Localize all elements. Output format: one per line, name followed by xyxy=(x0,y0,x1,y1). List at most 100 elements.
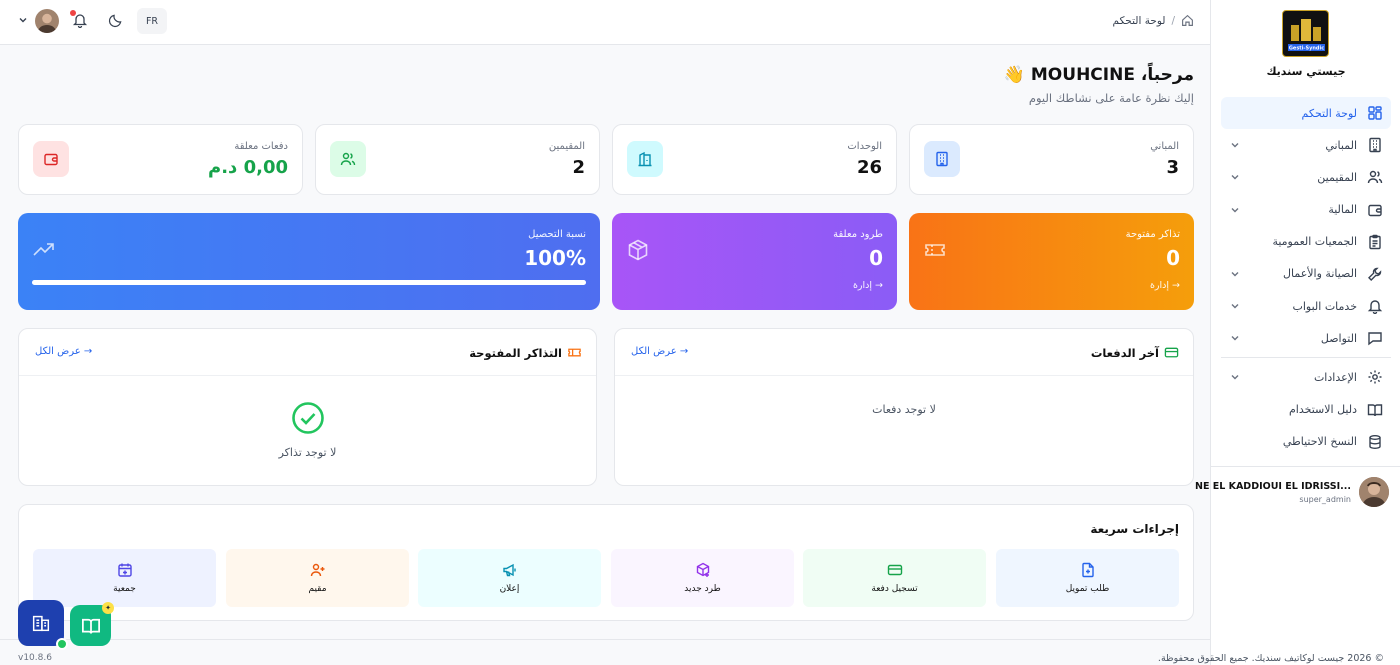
recent-payments-panel: آخر الدفعات عرض الكل → لا توجد دفعات xyxy=(614,328,1194,486)
sidebar-item-communication[interactable]: التواصل xyxy=(1221,322,1391,354)
panel-header: آخر الدفعات عرض الكل → xyxy=(615,329,1193,376)
open-tickets-label: تذاكر مفتوحة xyxy=(1125,229,1180,240)
building-icon xyxy=(924,141,960,177)
user-plus-icon xyxy=(310,562,326,578)
book-open-icon xyxy=(81,616,101,636)
sidebar-item-maintenance[interactable]: الصيانة والأعمال xyxy=(1221,258,1391,290)
moon-icon[interactable] xyxy=(108,13,123,28)
chevron-down-icon xyxy=(1229,139,1241,151)
sidebar-item-label: المقيمين xyxy=(1317,170,1357,184)
sidebar-item-finance[interactable]: المالية xyxy=(1221,194,1391,226)
app-logo[interactable]: Gesti-Syndic xyxy=(1282,10,1329,57)
open-tickets-manage-link[interactable]: إدارة → xyxy=(1150,280,1180,291)
quick-action-new-parcel[interactable]: طرد جديد xyxy=(611,549,794,607)
stat-card-buildings[interactable]: المباني 3 xyxy=(909,124,1194,195)
collection-rate-card[interactable]: نسبة التحصيل 100% xyxy=(18,213,600,310)
language-toggle[interactable]: FR xyxy=(137,8,167,34)
sidebar-item-label: المالية xyxy=(1328,203,1357,217)
stat-card-units[interactable]: الوحدات 26 xyxy=(612,124,897,195)
sidebar-item-assemblies[interactable]: الجمعيات العمومية xyxy=(1221,226,1391,258)
sidebar-item-backup[interactable]: النسخ الاحتياطي xyxy=(1221,426,1391,458)
chevron-down-icon xyxy=(1229,268,1241,280)
sidebar-item-label: لوحة التحكم xyxy=(1301,106,1357,120)
empty-state-text: لا توجد تذاكر xyxy=(278,446,337,459)
gear-icon xyxy=(1367,369,1383,385)
check-circle-icon xyxy=(291,401,325,435)
empty-state-text: لا توجد دفعات xyxy=(872,403,936,416)
sidebar-item-label: النسخ الاحتياطي xyxy=(1282,435,1357,449)
stat-label: الوحدات xyxy=(847,141,882,152)
floating-app-button[interactable] xyxy=(18,600,68,650)
quick-action-record-payment[interactable]: تسجيل دفعة xyxy=(803,549,986,607)
database-icon xyxy=(1367,434,1383,450)
chevron-down-icon xyxy=(1229,171,1241,183)
sidebar-item-label: الإعدادات xyxy=(1313,370,1357,384)
quick-action-label: تسجيل دفعة xyxy=(871,584,918,594)
stat-value: 26 xyxy=(856,157,882,178)
quick-action-resident[interactable]: مقيم xyxy=(226,549,409,607)
quick-action-label: مقيم xyxy=(308,584,327,594)
online-status-dot xyxy=(56,638,68,650)
quick-action-funding-request[interactable]: طلب تمويل xyxy=(996,549,1179,607)
sidebar-item-buildings[interactable]: المباني xyxy=(1221,129,1391,161)
copyright-text: © 2026 جيست لوكاتيف سنديك. جميع الحقوق م… xyxy=(1157,653,1384,664)
door-icon xyxy=(627,141,663,177)
home-icon[interactable] xyxy=(1181,14,1194,27)
pending-parcels-label: طرود معلقة xyxy=(833,229,883,240)
quick-action-label: طلب تمويل xyxy=(1065,584,1110,594)
breadcrumb: لوحة التحكم / xyxy=(1113,14,1194,27)
users-icon xyxy=(330,141,366,177)
sidebar-item-settings[interactable]: الإعدادات xyxy=(1221,361,1391,393)
pending-parcels-card[interactable]: طرود معلقة 0 إدارة → xyxy=(612,213,897,310)
sidebar-item-residents[interactable]: المقيمين xyxy=(1221,161,1391,193)
notification-dot xyxy=(70,10,76,16)
view-all-tickets-link[interactable]: عرض الكل → xyxy=(35,346,92,357)
floating-guide-button[interactable]: ✦ xyxy=(70,602,114,646)
open-tickets-card[interactable]: تذاكر مفتوحة 0 إدارة → xyxy=(909,213,1194,310)
stat-value: 2 xyxy=(572,157,585,178)
sidebar-item-dashboard[interactable]: لوحة التحكم xyxy=(1221,97,1391,129)
quick-action-assembly[interactable]: جمعية xyxy=(33,549,216,607)
building-icon xyxy=(1367,137,1383,153)
wallet-icon xyxy=(1367,202,1383,218)
sidebar-item-label: دليل الاستخدام xyxy=(1288,403,1357,416)
sidebar-divider xyxy=(1221,357,1391,359)
page-subtitle: إليك نظرة عامة على نشاطك اليوم xyxy=(1028,91,1194,105)
sidebar-item-concierge[interactable]: خدمات البواب xyxy=(1221,290,1391,322)
user-name: NE EL KADDIOUI EL IDRISSI... xyxy=(1195,481,1351,492)
sidebar-item-label: التواصل xyxy=(1320,331,1357,345)
panel-title: آخر الدفعات xyxy=(1090,346,1159,360)
megaphone-icon xyxy=(502,562,518,578)
users-icon xyxy=(1367,169,1383,185)
sidebar-item-guide[interactable]: دليل الاستخدام xyxy=(1221,394,1391,426)
stat-card-pending-payments[interactable]: دفعات معلقة 0,00 د.م xyxy=(18,124,303,195)
view-all-payments-link[interactable]: عرض الكل → xyxy=(631,346,688,357)
book-icon xyxy=(1367,402,1383,418)
bell-icon xyxy=(1367,298,1383,315)
stat-value: 0,00 د.م xyxy=(208,157,288,178)
page-title: مرحباً، MOUHCINE 👋 xyxy=(1003,65,1194,85)
stat-label: المباني xyxy=(1150,141,1179,152)
sparkle-icon: ✦ xyxy=(102,602,114,614)
stat-card-residents[interactable]: المقيمين 2 xyxy=(315,124,600,195)
chevron-down-icon xyxy=(1229,371,1241,383)
logo-text: Gesti-Syndic xyxy=(1289,46,1324,52)
chevron-down-icon xyxy=(1229,204,1241,216)
footer xyxy=(0,639,1210,665)
avatar[interactable] xyxy=(35,9,59,33)
credit-card-icon xyxy=(887,562,903,578)
sidebar-nav: لوحة التحكم المباني المقيمين المالية الج… xyxy=(1221,97,1391,458)
pending-parcels-manage-link[interactable]: إدارة → xyxy=(853,280,883,291)
sidebar: Gesti-Syndic جيستي سنديك لوحة التحكم الم… xyxy=(1195,0,1400,665)
trending-up-icon xyxy=(32,238,56,262)
user-role: super_admin xyxy=(1299,495,1351,504)
dashboard-icon xyxy=(1367,105,1383,121)
panel-header: التذاكر المفتوحة عرض الكل → xyxy=(19,329,596,376)
sidebar-user[interactable]: NE EL KADDIOUI EL IDRISSI... super_admin xyxy=(1195,466,1400,507)
chevron-down-icon[interactable] xyxy=(18,14,28,26)
building-icon xyxy=(30,612,52,634)
quick-action-announcement[interactable]: إعلان xyxy=(418,549,601,607)
ticket-icon xyxy=(923,238,947,262)
stat-label: دفعات معلقة xyxy=(234,141,288,152)
quick-action-label: إعلان xyxy=(499,584,520,594)
